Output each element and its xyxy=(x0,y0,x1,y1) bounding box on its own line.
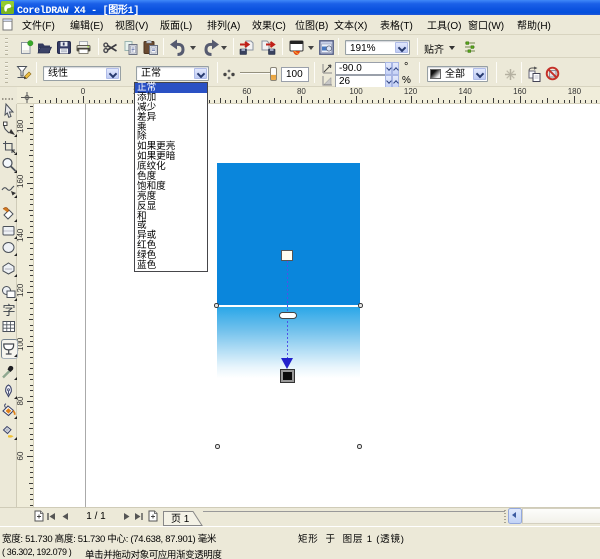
svg-text:页 1: 页 1 xyxy=(171,513,190,525)
svg-text:字: 字 xyxy=(3,300,16,319)
